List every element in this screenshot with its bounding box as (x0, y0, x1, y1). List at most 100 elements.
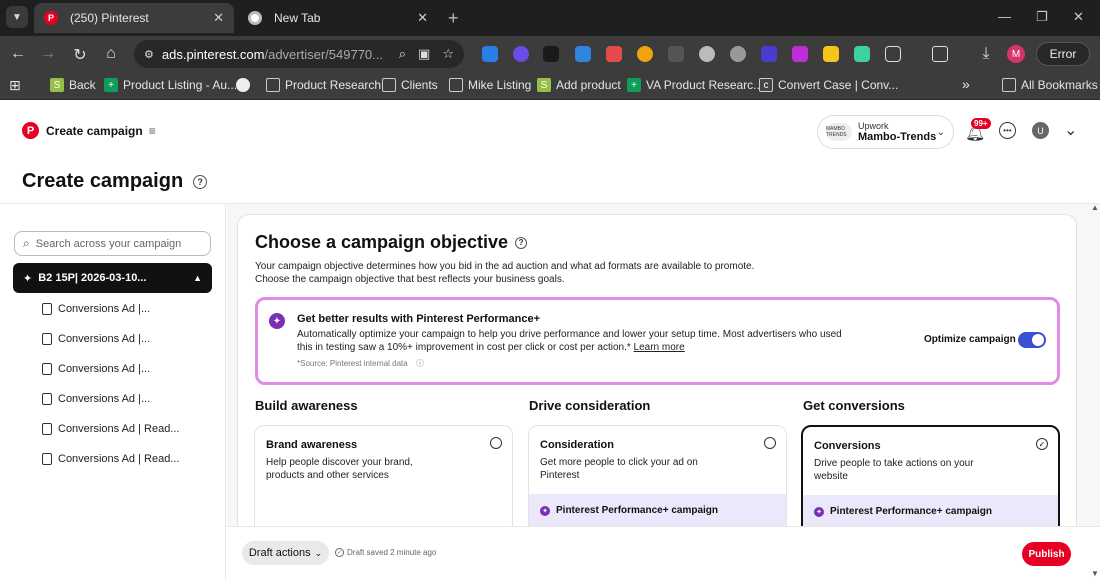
extension-icon[interactable] (637, 46, 653, 62)
ad-icon (42, 303, 52, 315)
extension-icon[interactable] (823, 46, 839, 62)
extension-icon[interactable] (761, 46, 777, 62)
extensions-puzzle-icon[interactable] (885, 46, 901, 62)
objective-option-brand-awareness[interactable]: Brand awareness Help people discover you… (254, 425, 513, 535)
chevron-up-icon[interactable]: ▲ (193, 273, 202, 283)
sidebar-ad-item[interactable]: Conversions Ad | Read... (42, 423, 179, 435)
campaign-search[interactable]: ⌕ (14, 231, 211, 256)
user-avatar[interactable]: U (1032, 122, 1049, 139)
objective-option-consideration[interactable]: Consideration Get more people to click y… (528, 425, 787, 535)
address-bar[interactable]: ⚙ ads.pinterest.com/advertiser/549770...… (134, 40, 464, 68)
download-extension-icon[interactable] (482, 46, 498, 62)
sidebar-campaign-item[interactable]: ✦ B2 15P| 2026-03-10... ▲ (13, 263, 212, 293)
folder-icon (1002, 78, 1016, 92)
bookmark-add-product[interactable]: S Add product (537, 78, 621, 92)
bookmark-product-research[interactable]: Product Research (266, 78, 381, 92)
sidebar-ad-item[interactable]: Conversions Ad |... (42, 363, 150, 375)
objective-option-conversions[interactable]: Conversions Drive people to take actions… (801, 425, 1060, 535)
extension-icon[interactable] (668, 46, 684, 62)
radio-button[interactable] (764, 437, 776, 449)
bookmark-va-product-research[interactable]: + VA Product Researc... (627, 78, 763, 92)
learn-more-link[interactable]: Learn more (634, 342, 685, 353)
close-tab-icon[interactable]: ✕ (213, 10, 224, 26)
tab-search-button[interactable]: ▼ (6, 6, 28, 28)
extension-icon[interactable] (575, 46, 591, 62)
performance-source: *Source: Pinterest internal data ⓘ (297, 359, 424, 368)
tab-pinterest[interactable]: P (250) Pinterest ✕ (34, 3, 234, 33)
account-menu-chevron-icon[interactable]: ⌄ (1064, 120, 1077, 140)
campaign-search-input[interactable] (35, 237, 202, 250)
help-icon[interactable]: ? (515, 236, 528, 249)
bookmark-mike-listing[interactable]: Mike Listing (449, 78, 531, 92)
close-tab-icon[interactable]: ✕ (417, 10, 428, 26)
scroll-down-icon[interactable]: ▼ (1091, 569, 1099, 578)
search-icon[interactable]: ⌕ (399, 46, 406, 62)
extension-icon[interactable] (543, 46, 559, 62)
draft-actions-button[interactable]: Draft actions ⌄ (242, 541, 329, 565)
publish-button[interactable]: Publish (1022, 542, 1071, 566)
bookmark-product-listing[interactable]: + Product Listing - Au... (104, 78, 237, 92)
screenshot-icon[interactable] (932, 46, 948, 62)
bookmark-back[interactable]: S Back (50, 78, 96, 92)
extension-icon[interactable] (792, 46, 808, 62)
minimize-icon[interactable]: — (998, 9, 1011, 24)
pinterest-ads-page: P Create campaign ≡ MAMBO TRENDS Upwork … (0, 100, 1100, 580)
back-icon[interactable]: ← (8, 45, 28, 63)
extension-icon[interactable] (699, 46, 715, 62)
help-icon[interactable]: ? (193, 174, 208, 189)
folder-icon (449, 78, 463, 92)
site-info-icon[interactable]: ⚙ (144, 48, 154, 61)
reload-icon[interactable]: ↻ (70, 45, 90, 65)
optimize-campaign-toggle[interactable] (1018, 332, 1046, 348)
sidebar-ad-item[interactable]: Conversions Ad |... (42, 303, 150, 315)
performance-description: Automatically optimize your campaign to … (297, 329, 842, 353)
downloads-icon[interactable]: ⤓ (976, 45, 996, 63)
hamburger-menu-icon[interactable]: ≡ (149, 124, 156, 138)
profile-avatar[interactable]: M (1007, 45, 1025, 63)
forward-icon[interactable]: → (38, 45, 58, 63)
radio-button[interactable] (490, 437, 502, 449)
all-bookmarks[interactable]: All Bookmarks (1002, 78, 1098, 92)
more-bookmarks-icon[interactable]: » (962, 76, 970, 92)
apps-grid-icon[interactable]: ⊞ (9, 77, 21, 94)
account-name: Mambo-Trends (858, 131, 937, 143)
tab-new-tab[interactable]: New Tab ✕ (238, 3, 438, 33)
ad-icon (42, 453, 52, 465)
radio-checked-icon[interactable]: ✓ (1036, 438, 1048, 450)
group-title-conversions: Get conversions (803, 398, 905, 413)
info-icon[interactable]: ⓘ (416, 359, 424, 368)
new-tab-button[interactable]: + (448, 8, 459, 29)
home-icon[interactable]: ⌂ (101, 45, 121, 63)
restore-icon[interactable]: ❐ (1036, 9, 1048, 25)
bookmark-globe[interactable] (236, 78, 255, 92)
bookmark-convert-case[interactable]: c Convert Case | Conv... (759, 78, 898, 92)
extension-icon[interactable] (606, 46, 622, 62)
close-window-icon[interactable]: ✕ (1073, 9, 1084, 25)
error-button[interactable]: Error (1036, 42, 1090, 66)
ad-icon (42, 333, 52, 345)
url-path: /advertiser/549770... (264, 46, 384, 62)
sidebar-ad-item[interactable]: Conversions Ad |... (42, 333, 150, 345)
pinterest-logo-icon[interactable]: P (22, 122, 39, 139)
sidebar-ad-item[interactable]: Conversions Ad | Read... (42, 453, 179, 465)
brand-label: Create campaign (46, 123, 143, 138)
sheets-icon: + (104, 78, 118, 92)
install-app-icon[interactable]: ▣ (418, 46, 430, 62)
ad-icon (42, 363, 52, 375)
folder-icon (382, 78, 396, 92)
extension-icon[interactable] (854, 46, 870, 62)
sidebar-ad-item[interactable]: Conversions Ad |... (42, 393, 150, 405)
convertcase-icon: c (759, 78, 773, 92)
account-switcher[interactable]: MAMBO TRENDS Upwork Mambo-Trends ⌄ (817, 115, 954, 149)
messages-icon[interactable]: ••• (999, 122, 1016, 139)
account-sub-label: Upwork (858, 121, 889, 131)
pinterest-favicon-icon: P (44, 11, 58, 25)
extension-icon[interactable] (730, 46, 746, 62)
page-scrollbar[interactable]: ▲ ▼ (1090, 203, 1100, 580)
extension-icon[interactable] (513, 46, 529, 62)
scroll-up-icon[interactable]: ▲ (1091, 203, 1099, 212)
account-logo: MAMBO TRENDS (826, 123, 852, 141)
bookmark-clients[interactable]: Clients (382, 78, 438, 92)
sheets-icon: + (627, 78, 641, 92)
bookmark-star-icon[interactable]: ☆ (442, 46, 454, 62)
